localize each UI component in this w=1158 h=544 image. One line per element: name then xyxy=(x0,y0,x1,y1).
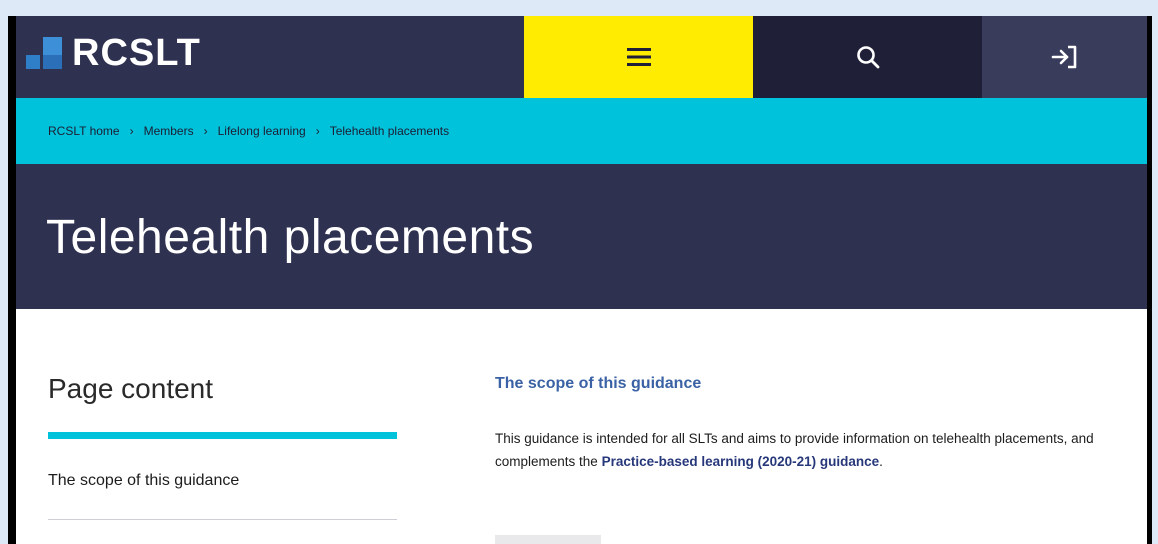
breadcrumb-lifelong-learning[interactable]: Lifelong learning xyxy=(218,124,306,138)
login-icon xyxy=(1051,45,1076,69)
logo-text: RCSLT xyxy=(72,32,201,74)
breadcrumb-home[interactable]: RCSLT home xyxy=(48,124,120,138)
search-icon xyxy=(856,46,879,69)
breadcrumb-current: Telehealth placements xyxy=(329,124,450,138)
login-button[interactable] xyxy=(982,16,1147,98)
body-text-after: . xyxy=(879,454,883,469)
breadcrumb-separator: › xyxy=(129,124,134,138)
breadcrumb-separator: › xyxy=(315,124,320,138)
content-placeholder-block xyxy=(495,535,601,544)
toc-divider xyxy=(48,519,397,520)
logo-mark-icon xyxy=(26,33,62,75)
toc-item-scope[interactable]: The scope of this guidance xyxy=(48,472,239,490)
toc-heading: Page content xyxy=(48,373,214,404)
practice-based-learning-link[interactable]: Practice-based learning (2020-21) guidan… xyxy=(602,454,880,469)
toc-accent-bar xyxy=(48,432,397,439)
menu-button[interactable] xyxy=(524,16,753,98)
browser-viewport: RCSLT RCSLT home › Members › Lifelong le… xyxy=(8,16,1152,544)
site-header: RCSLT xyxy=(16,16,1147,98)
viewport-right-edge xyxy=(1147,16,1152,544)
page-title: Telehealth placements xyxy=(46,211,535,264)
search-button[interactable] xyxy=(753,16,982,98)
site-logo[interactable]: RCSLT xyxy=(26,32,201,75)
page-title-band: Telehealth placements xyxy=(16,164,1147,309)
breadcrumb-separator: › xyxy=(203,124,208,138)
breadcrumb-members[interactable]: Members xyxy=(144,124,194,138)
breadcrumb: RCSLT home › Members › Lifelong learning… xyxy=(16,98,1147,164)
viewport-left-edge xyxy=(8,16,16,544)
hamburger-icon xyxy=(626,48,651,66)
section-body: This guidance is intended for all SLTs a… xyxy=(495,427,1115,473)
section-heading: The scope of this guidance xyxy=(495,375,702,392)
